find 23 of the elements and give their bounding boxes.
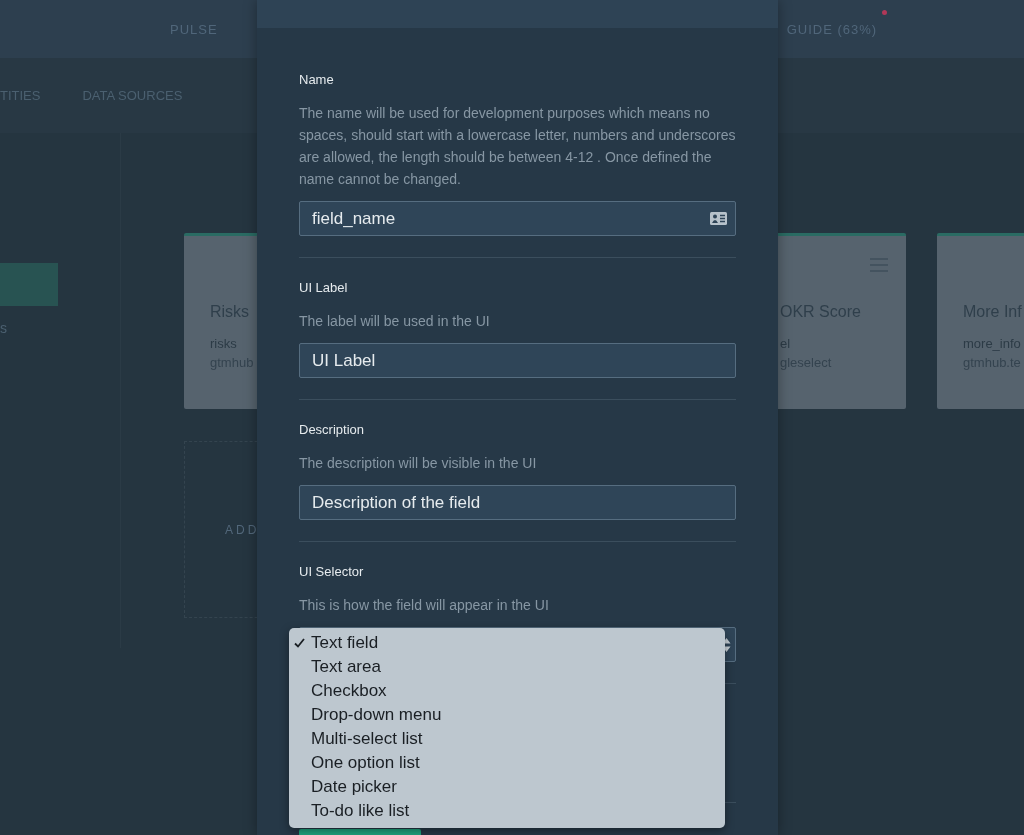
sidebar-item[interactable] — [0, 263, 58, 306]
dropdown-option[interactable]: Multi-select list — [289, 727, 725, 751]
dropdown-option[interactable]: Text area — [289, 655, 725, 679]
dropdown-option[interactable]: Checkbox — [289, 679, 725, 703]
input-field[interactable]: UI Label — [299, 343, 736, 378]
dropdown-option[interactable]: To-do like list — [289, 799, 725, 823]
field-label: UI Label — [299, 280, 349, 296]
notification-dot — [882, 9, 888, 15]
dropdown-option[interactable]: One option list — [289, 751, 725, 775]
input-field[interactable]: field_name — [299, 201, 736, 236]
field-description: This is how the field will appear in the UI — [299, 596, 550, 615]
dropdown-option[interactable]: Date picker — [289, 775, 725, 799]
field-description: The name will be used for development purposes which means no spaces, should start with a lowercase letter, numbers and underscores are allowed, the length should be between 4-12 . Once defined the name cannot be changed. — [299, 104, 736, 189]
dropdown-option[interactable]: Drop-down menu — [289, 703, 725, 727]
field-description: The label will be used in the UI — [299, 312, 491, 331]
field-label: Name — [299, 72, 335, 88]
input-field[interactable]: Description of the field — [299, 485, 736, 520]
field-label: Description — [299, 422, 366, 438]
field-description: The description will be visible in the UI — [299, 454, 538, 473]
field-label: UI Selector — [299, 564, 365, 580]
add-label: ADD — [225, 522, 260, 537]
dropdown-option[interactable]: Text field — [289, 631, 725, 655]
contact-card-icon — [710, 212, 727, 225]
